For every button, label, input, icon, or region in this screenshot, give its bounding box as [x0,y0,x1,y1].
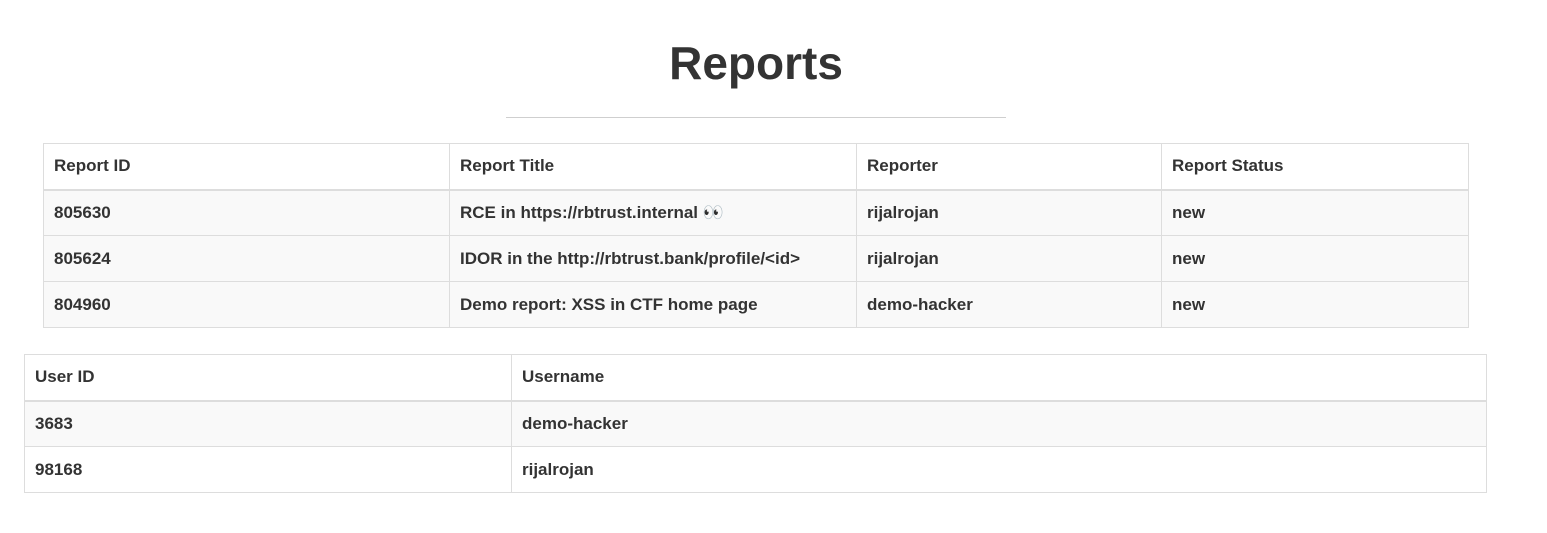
report-status-cell: new [1161,281,1469,328]
page-title: Reports [669,37,843,89]
table-row: 98168 rijalrojan [24,446,1487,493]
report-title-cell: RCE in https://rbtrust.internal 👀 [449,189,857,236]
report-title-cell: Demo report: XSS in CTF home page [449,281,857,328]
table-row: 3683 demo-hacker [24,400,1487,447]
reports-table: Report ID Report Title Reporter Report S… [43,143,1469,328]
column-header-username: Username [511,354,1487,402]
reporter-cell: demo-hacker [856,281,1162,328]
column-header-report-status: Report Status [1161,143,1469,191]
reporter-cell: rijalrojan [856,189,1162,236]
report-id-cell: 805630 [43,189,450,236]
reporter-cell: rijalrojan [856,235,1162,282]
reports-header-row: Report ID Report Title Reporter Report S… [43,143,1469,191]
reports-page: Reports Report ID Report Title Reporter … [0,0,1547,533]
column-header-reporter: Reporter [856,143,1162,191]
table-row: 804960 Demo report: XSS in CTF home page… [43,281,1469,328]
column-header-report-title: Report Title [449,143,857,191]
table-row: 805624 IDOR in the http://rbtrust.bank/p… [43,235,1469,282]
username-cell: rijalrojan [511,446,1487,493]
report-id-cell: 804960 [43,281,450,328]
report-title-cell: IDOR in the http://rbtrust.bank/profile/… [449,235,857,282]
table-row: 805630 RCE in https://rbtrust.internal 👀… [43,189,1469,236]
user-id-cell: 3683 [24,400,512,447]
report-status-cell: new [1161,235,1469,282]
username-cell: demo-hacker [511,400,1487,447]
column-header-report-id: Report ID [43,143,450,191]
users-header-row: User ID Username [24,354,1487,402]
report-status-cell: new [1161,189,1469,236]
column-header-user-id: User ID [24,354,512,402]
user-id-cell: 98168 [24,446,512,493]
title-divider [506,117,1006,118]
report-id-cell: 805624 [43,235,450,282]
users-table: User ID Username 3683 demo-hacker 98168 … [24,354,1487,493]
